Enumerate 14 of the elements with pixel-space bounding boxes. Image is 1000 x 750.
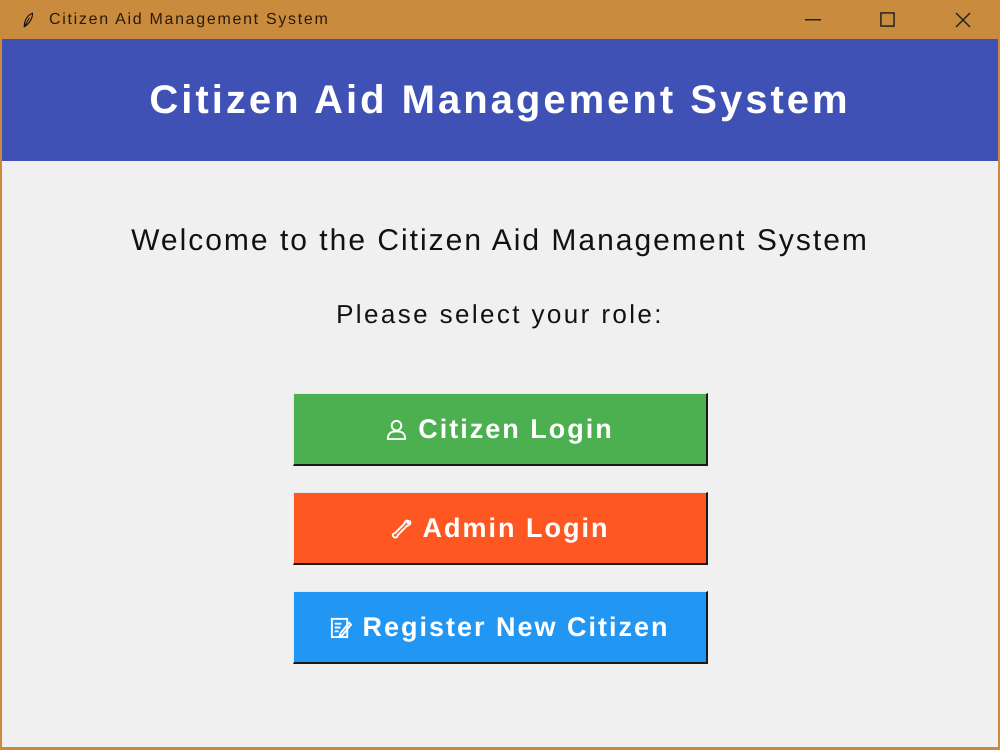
header-title: Citizen Aid Management System bbox=[149, 77, 851, 124]
wrench-icon bbox=[390, 516, 413, 540]
window-title: Citizen Aid Management System bbox=[49, 10, 330, 30]
maximize-icon bbox=[880, 12, 895, 27]
role-button[interactable]: Admin Login bbox=[292, 492, 708, 565]
welcome-text: Welcome to the Citizen Aid Management System bbox=[131, 225, 869, 257]
role-button[interactable]: Register New Citizen bbox=[292, 591, 708, 664]
memo-icon bbox=[329, 616, 352, 638]
minimize-icon bbox=[804, 18, 820, 20]
feather-icon bbox=[22, 12, 34, 28]
close-icon bbox=[954, 12, 970, 28]
role-button[interactable]: Citizen Login bbox=[292, 393, 708, 466]
person-icon bbox=[385, 418, 408, 440]
role-prompt: Please select your role: bbox=[336, 299, 664, 329]
